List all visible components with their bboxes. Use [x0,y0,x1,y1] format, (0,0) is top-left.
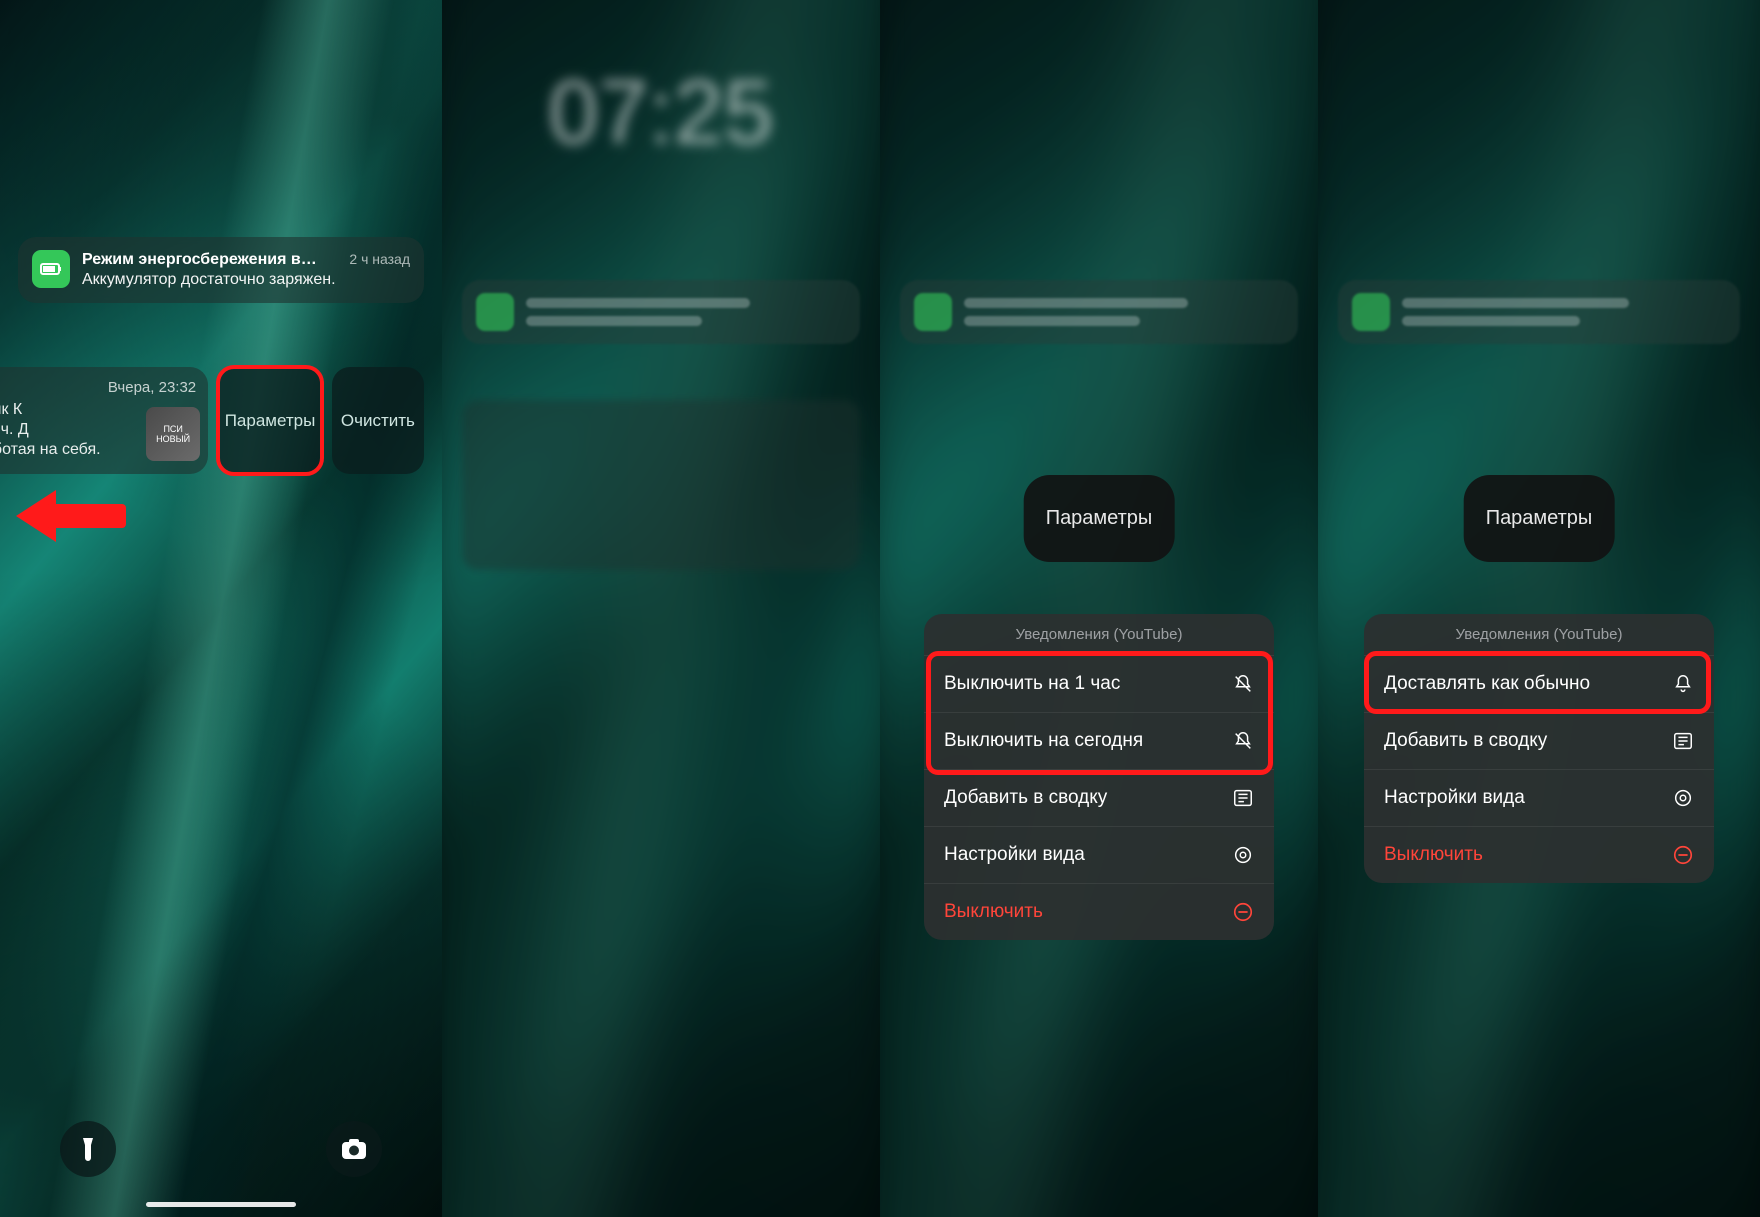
menu-mute-1h[interactable]: Выключить на 1 час [924,655,1274,712]
menu-add-summary[interactable]: Добавить в сводку [1364,712,1714,769]
minus-circle-icon [1672,844,1694,866]
camera-button[interactable] [326,1121,382,1177]
menu-turn-off[interactable]: Выключить [1364,826,1714,883]
menu-add-summary[interactable]: Добавить в сводку [924,769,1274,826]
clear-button[interactable]: Очистить [332,367,424,474]
camera-icon [341,1138,367,1160]
menu-header: Уведомления (YouTube) [1364,614,1714,655]
notification-card-swiped[interactable]: Вчера, 23:32 вик К сяч. Д аботая на себя… [0,367,208,474]
notification-options-menu: Уведомления (YouTube) Выключить на 1 час… [924,614,1274,940]
annotation-arrow-left [16,490,126,540]
bell-icon [1672,673,1694,695]
screenshot-2-blurred: 07:25 [442,0,880,1217]
menu-mute-today[interactable]: Выключить на сегодня [924,712,1274,769]
gear-icon [1232,844,1254,866]
menu-header: Уведомления (YouTube) [924,614,1274,655]
minus-circle-icon [1232,901,1254,923]
options-button[interactable]: Параметры [1464,475,1615,562]
notification-body: Аккумулятор достаточно заряжен. [82,270,410,290]
menu-deliver-immediately[interactable]: Доставлять как обычно [1364,655,1714,712]
menu-view-settings[interactable]: Настройки вида [1364,769,1714,826]
flashlight-button[interactable] [60,1121,116,1177]
options-button[interactable]: Параметры [218,367,322,474]
notification-card[interactable]: Режим энергосбережения в… 2 ч назад Акку… [18,237,424,303]
bell-slash-icon [1232,730,1254,752]
swiped-time: Вчера, 23:32 [0,379,196,396]
notification-swipe-row: Вчера, 23:32 вик К сяч. Д аботая на себя… [0,367,442,474]
home-indicator[interactable] [146,1202,296,1207]
battery-app-icon [32,250,70,288]
gear-icon [1672,787,1694,809]
notification-title: Режим энергосбережения в… [82,250,339,270]
bell-slash-icon [1232,673,1254,695]
newspaper-icon [1232,787,1254,809]
screenshot-4-options-menu: Параметры Уведомления (YouTube) Доставля… [1318,0,1760,1217]
notification-time: 2 ч назад [349,251,410,269]
screenshot-1-lockscreen: 07:25 Пятница, 22 октября Режим энергосб… [0,0,442,1217]
menu-view-settings[interactable]: Настройки вида [924,826,1274,883]
menu-turn-off[interactable]: Выключить [924,883,1274,940]
options-button[interactable]: Параметры [1024,475,1175,562]
video-thumbnail: ПСИ НОВЫЙ [146,407,200,461]
newspaper-icon [1672,730,1694,752]
notification-options-menu: Уведомления (YouTube) Доставлять как обы… [1364,614,1714,883]
screenshot-3-options-menu: Параметры Уведомления (YouTube) Выключит… [880,0,1318,1217]
